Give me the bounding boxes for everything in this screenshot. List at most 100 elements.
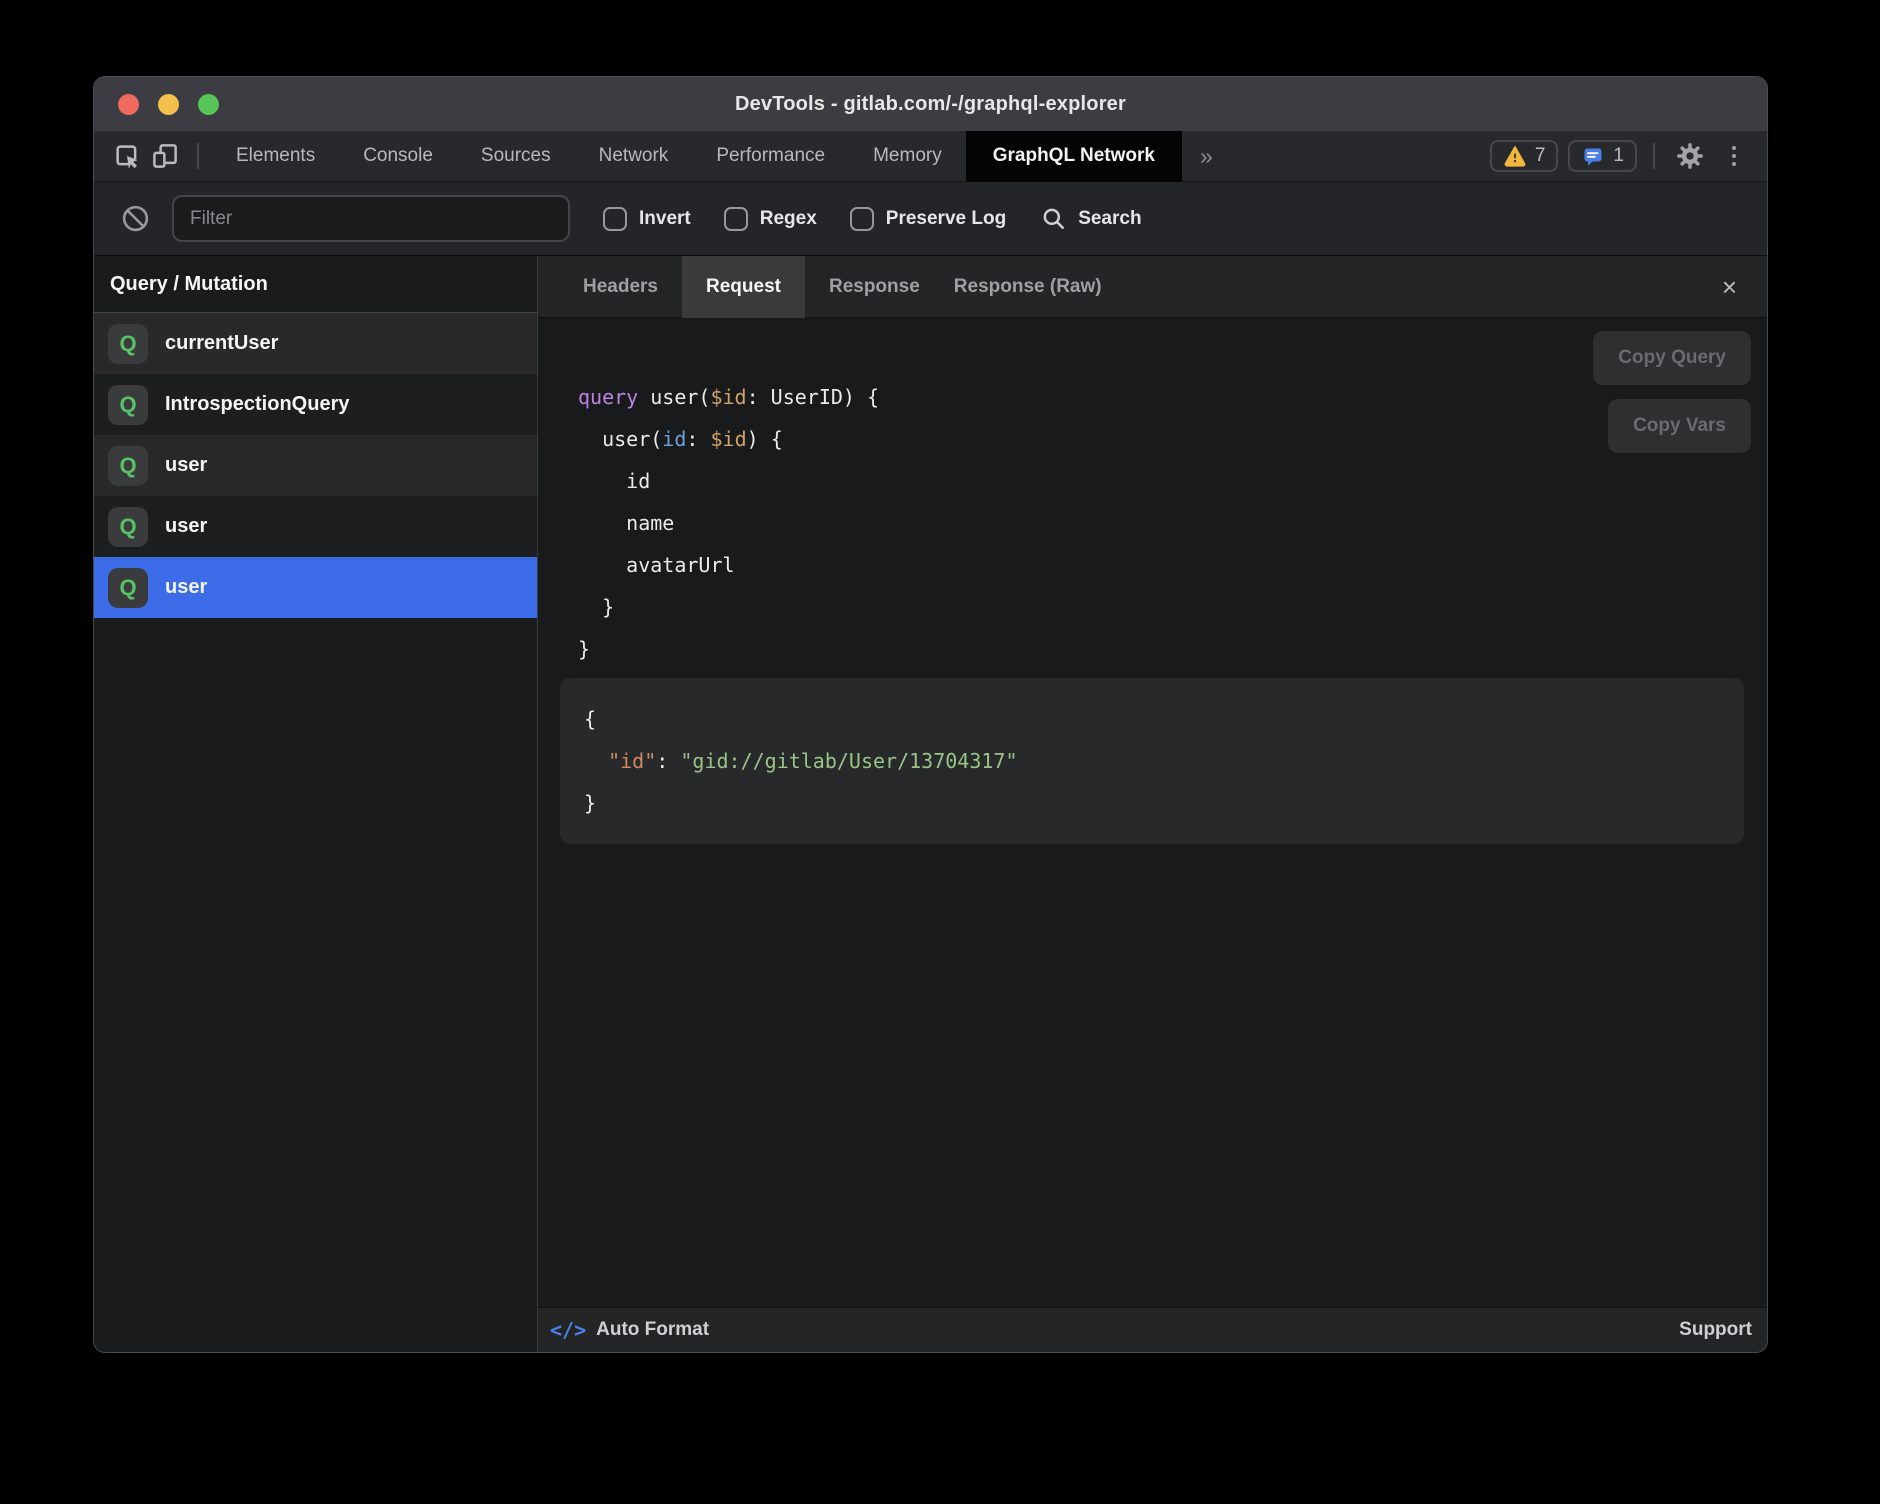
code-token: user( bbox=[578, 427, 662, 451]
traffic-lights bbox=[118, 77, 219, 131]
kebab-menu-button[interactable] bbox=[1719, 139, 1749, 173]
graphql-query-code: query user($id: UserID) { user(id: $id) … bbox=[578, 376, 1767, 670]
tab-elements[interactable]: Elements bbox=[212, 131, 339, 182]
code-line: user(id: $id) { bbox=[578, 418, 1767, 460]
tab-graphql-network[interactable]: GraphQL Network bbox=[966, 131, 1182, 182]
more-tabs-chevron-icon[interactable]: » bbox=[1182, 143, 1231, 170]
code-token: : UserID) { bbox=[747, 385, 879, 409]
tab-sources[interactable]: Sources bbox=[457, 131, 575, 182]
copy-vars-button[interactable]: Copy Vars bbox=[1608, 399, 1751, 453]
toolbar-separator bbox=[197, 143, 199, 169]
warning-triangle-icon bbox=[1503, 144, 1527, 168]
toolbar-right-cluster: 7 1 bbox=[1490, 137, 1767, 175]
query-type-badge: Q bbox=[108, 446, 148, 486]
gear-icon bbox=[1675, 141, 1705, 171]
code-token: ) { bbox=[747, 427, 783, 451]
checkbox-invert[interactable]: Invert bbox=[603, 207, 691, 231]
message-count: 1 bbox=[1613, 145, 1624, 167]
titlebar: DevTools - gitlab.com/-/graphql-explorer bbox=[94, 77, 1767, 131]
code-token: "id" bbox=[608, 749, 656, 773]
settings-button[interactable] bbox=[1671, 137, 1709, 175]
sidebar-item-label: user bbox=[165, 515, 207, 538]
main-area: Query / Mutation Q currentUser Q Introsp… bbox=[94, 256, 1767, 1352]
regex-checkbox-box[interactable] bbox=[724, 207, 748, 231]
detail-tabs: Headers Request Response Response (Raw) … bbox=[538, 256, 1767, 318]
window-title: DevTools - gitlab.com/-/graphql-explorer bbox=[735, 93, 1126, 116]
code-line: query user($id: UserID) { bbox=[578, 376, 1767, 418]
query-type-badge: Q bbox=[108, 385, 148, 425]
inspect-cursor-icon bbox=[112, 141, 142, 171]
checkbox-preserve-log[interactable]: Preserve Log bbox=[850, 207, 1006, 231]
code-token: $id bbox=[710, 385, 746, 409]
close-panel-button[interactable]: × bbox=[1714, 270, 1745, 304]
code-brackets-icon: </> bbox=[550, 1318, 586, 1342]
code-token: } bbox=[584, 791, 596, 815]
device-toolbar-icon bbox=[150, 141, 180, 171]
kebab-icon bbox=[1732, 154, 1737, 159]
code-line: "id": "gid://gitlab/User/13704317" bbox=[584, 740, 1720, 782]
search-control[interactable]: Search bbox=[1040, 205, 1141, 232]
sidebar: Query / Mutation Q currentUser Q Introsp… bbox=[94, 256, 538, 1352]
tab-console[interactable]: Console bbox=[339, 131, 457, 182]
code-line: { bbox=[584, 698, 1720, 740]
preserve-log-checkbox-box[interactable] bbox=[850, 207, 874, 231]
code-token: } bbox=[578, 637, 590, 661]
tab-response-raw[interactable]: Response (Raw) bbox=[937, 256, 1119, 318]
tab-headers[interactable]: Headers bbox=[566, 256, 675, 318]
clear-filter-button[interactable] bbox=[116, 200, 154, 238]
sidebar-item-user-selected[interactable]: Q user bbox=[94, 557, 537, 618]
tab-performance[interactable]: Performance bbox=[692, 131, 849, 182]
checkbox-regex[interactable]: Regex bbox=[724, 207, 817, 231]
chat-bubble-icon bbox=[1581, 144, 1605, 168]
code-line: } bbox=[578, 628, 1767, 670]
sidebar-item-label: user bbox=[165, 454, 207, 477]
search-label: Search bbox=[1078, 208, 1141, 230]
sidebar-item-user-1[interactable]: Q user bbox=[94, 435, 537, 496]
zoom-window-button[interactable] bbox=[198, 94, 219, 115]
code-token: name bbox=[578, 511, 674, 535]
filter-input[interactable] bbox=[172, 195, 570, 242]
code-line: } bbox=[578, 586, 1767, 628]
warning-count: 7 bbox=[1535, 145, 1546, 167]
code-token: } bbox=[578, 595, 614, 619]
minimize-window-button[interactable] bbox=[158, 94, 179, 115]
tab-network[interactable]: Network bbox=[575, 131, 693, 182]
messages-badge[interactable]: 1 bbox=[1568, 140, 1637, 172]
sidebar-item-currentuser[interactable]: Q currentUser bbox=[94, 313, 537, 374]
code-token: id bbox=[662, 427, 686, 451]
code-line: id bbox=[578, 460, 1767, 502]
panel-footer: </> Auto Format Support bbox=[538, 1307, 1767, 1352]
sidebar-item-introspectionquery[interactable]: Q IntrospectionQuery bbox=[94, 374, 537, 435]
main-toolbar: Elements Console Sources Network Perform… bbox=[94, 131, 1767, 182]
code-token: user( bbox=[638, 385, 710, 409]
query-type-badge: Q bbox=[108, 568, 148, 608]
devtools-window: DevTools - gitlab.com/-/graphql-explorer… bbox=[93, 76, 1768, 1353]
close-window-button[interactable] bbox=[118, 94, 139, 115]
code-line: avatarUrl bbox=[578, 544, 1767, 586]
code-token: : bbox=[656, 749, 680, 773]
sidebar-item-user-2[interactable]: Q user bbox=[94, 496, 537, 557]
sidebar-header: Query / Mutation bbox=[94, 256, 537, 313]
auto-format-button[interactable]: Auto Format bbox=[596, 1319, 709, 1341]
code-token bbox=[584, 749, 608, 773]
warnings-badge[interactable]: 7 bbox=[1490, 140, 1559, 172]
search-icon bbox=[1040, 205, 1067, 232]
invert-label: Invert bbox=[639, 208, 691, 230]
tab-response[interactable]: Response bbox=[812, 256, 937, 318]
code-token: { bbox=[584, 707, 596, 731]
sidebar-item-label: IntrospectionQuery bbox=[165, 393, 349, 416]
code-token: $id bbox=[710, 427, 746, 451]
code-line: } bbox=[584, 782, 1720, 824]
code-token: avatarUrl bbox=[578, 553, 735, 577]
tab-request[interactable]: Request bbox=[682, 256, 805, 318]
inspect-element-button[interactable] bbox=[108, 137, 146, 175]
tab-memory[interactable]: Memory bbox=[849, 131, 966, 182]
code-token: id bbox=[578, 469, 650, 493]
device-toolbar-button[interactable] bbox=[146, 137, 184, 175]
invert-checkbox-box[interactable] bbox=[603, 207, 627, 231]
regex-label: Regex bbox=[760, 208, 817, 230]
code-token: query bbox=[578, 385, 638, 409]
copy-query-button[interactable]: Copy Query bbox=[1593, 331, 1751, 385]
block-icon bbox=[121, 204, 150, 233]
support-link[interactable]: Support bbox=[1679, 1319, 1752, 1341]
